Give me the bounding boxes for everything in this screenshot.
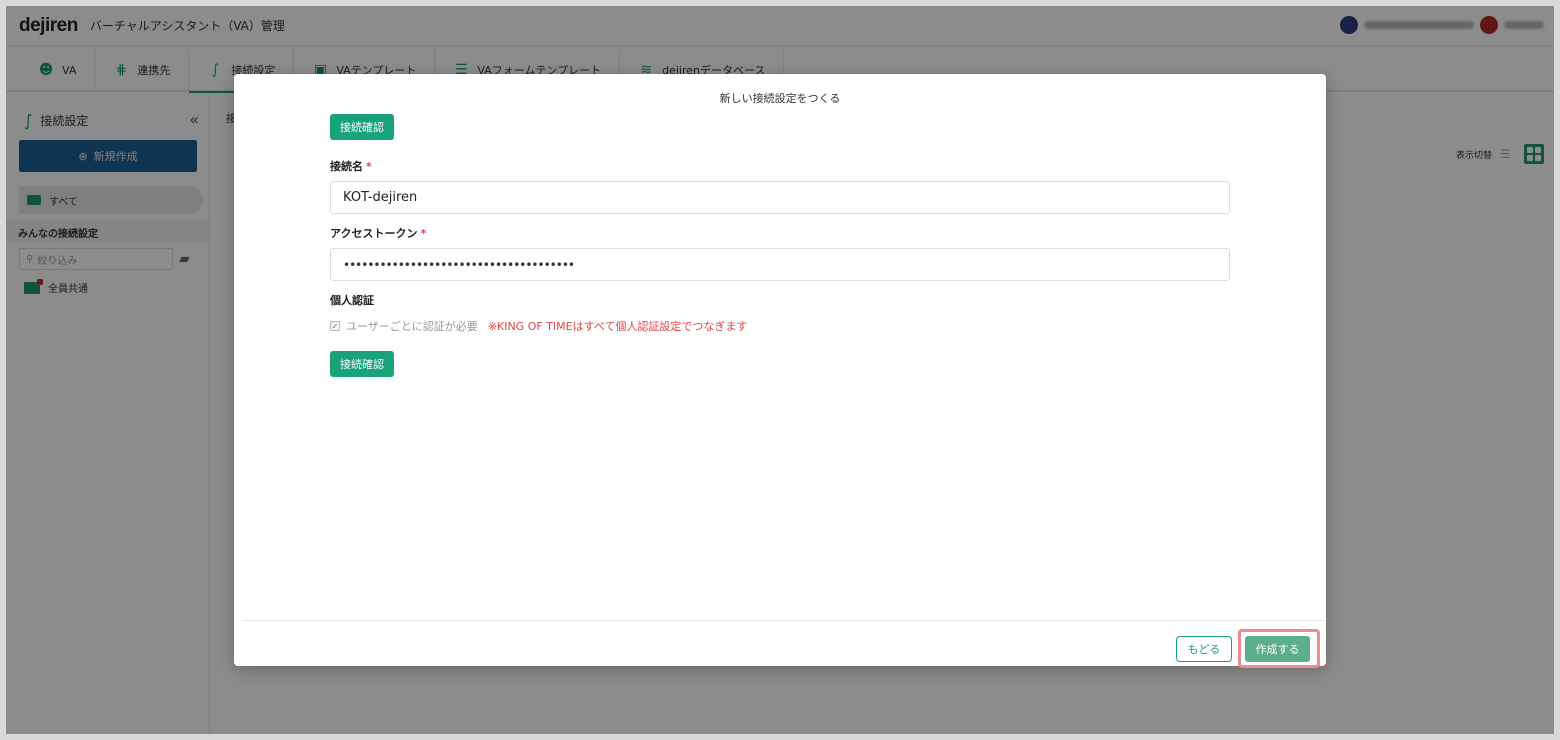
personal-auth-label: 個人認証 [330,294,374,307]
create-button[interactable]: 作成する [1245,636,1310,662]
personal-auth-checkbox-label: ユーザーごとに認証が必要 [346,320,478,333]
access-token-label-text: アクセストークン [330,227,418,240]
personal-auth-checkbox[interactable]: ✓ [330,321,340,331]
back-button[interactable]: もどる [1176,636,1232,662]
connection-name-input[interactable]: KOT-dejiren [330,181,1230,214]
check-connection-button-top[interactable]: 接続確認 [330,114,394,140]
dialog-title: 新しい接続設定をつくる [719,92,841,105]
connection-name-label-text: 接続名 [330,160,363,173]
access-token-label: アクセストークン * [330,225,426,241]
required-mark: * [420,227,427,240]
check-connection-button-bottom[interactable]: 接続確認 [330,351,394,377]
required-mark: * [366,160,372,173]
access-token-input[interactable]: •••••••••••••••••••••••••••••••••••••• [330,248,1230,281]
create-connection-dialog: 新しい接続設定をつくる 接続確認 接続名 * KOT-dejiren アクセストー… [234,74,1326,668]
personal-auth-row: ✓ ユーザーごとに認証が必要 ※KING OF TIMEはすべて個人認証設定でつ… [330,318,747,334]
connection-name-label: 接続名 * [330,158,372,174]
dialog-footer-divider [244,620,1326,621]
app-window: dejiren バーチャルアシスタント（VA）管理 ☻ VA ⋕ 連携先 ∫ 接… [6,6,1554,734]
personal-auth-note: ※KING OF TIMEはすべて個人認証設定でつなぎます [487,320,748,333]
